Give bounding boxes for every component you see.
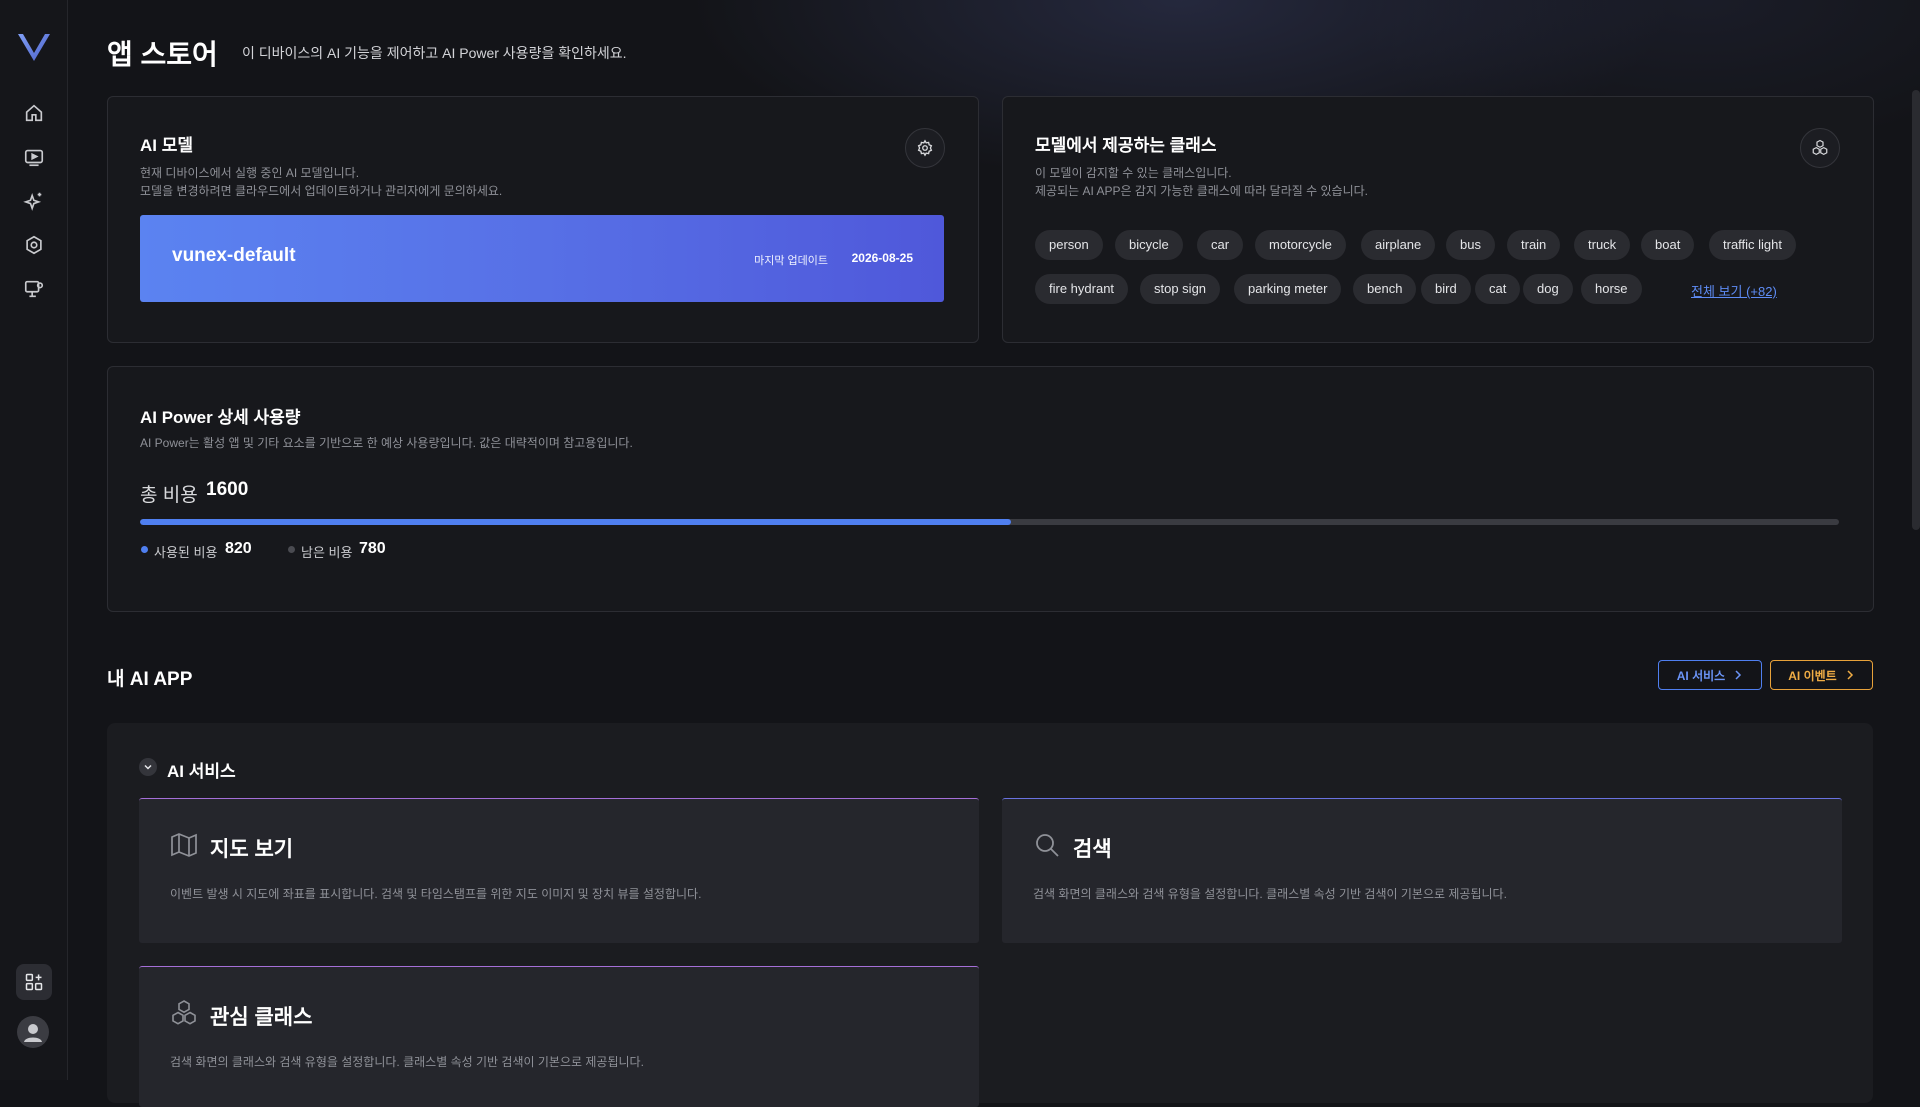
- app-card-search[interactable]: 검색 검색 화면의 클래스와 검색 유형을 설정합니다. 클래스별 속성 기반 …: [1002, 798, 1842, 943]
- sidebar: [0, 0, 68, 1080]
- collapse-toggle[interactable]: [139, 758, 157, 776]
- used-cost-value: 820: [225, 540, 252, 557]
- search-icon: [1036, 834, 1059, 857]
- model-classes-desc-line2: 제공되는 AI APP은 감지 가능한 클래스에 따라 달라질 수 있습니다.: [1035, 184, 1368, 198]
- app-card-title: 관심 클래스: [210, 1006, 313, 1029]
- page-description: 이 디바이스의 AI 기능을 제어하고 AI Power 사용량을 확인하세요.: [242, 45, 627, 61]
- total-cost-label: 총 비용: [140, 485, 198, 506]
- model-classes-title: 모델에서 제공하는 클래스: [1035, 136, 1217, 155]
- ai-model-desc-line2: 모델을 변경하려면 클라우드에서 업데이트하거나 관리자에게 문의하세요.: [140, 184, 503, 198]
- user-avatar-icon[interactable]: [17, 1016, 49, 1048]
- chevron-right-icon: [1735, 670, 1742, 680]
- model-settings-button[interactable]: [905, 128, 945, 168]
- ai-power-desc: AI Power는 활성 앱 및 기타 요소를 기반으로 한 예상 사용량입니다…: [140, 436, 633, 450]
- class-chip: dog: [1523, 274, 1573, 304]
- settings-icon[interactable]: [20, 231, 48, 259]
- class-chip: traffic light: [1709, 230, 1797, 260]
- ai-sparkle-icon[interactable]: [20, 187, 48, 215]
- app-card-desc: 검색 화면의 클래스와 검색 유형을 설정합니다. 클래스별 속성 기반 검색이…: [170, 1055, 644, 1069]
- model-classes-card: 모델에서 제공하는 클래스 이 모델이 감지할 수 있는 클래스입니다. 제공되…: [1002, 96, 1874, 343]
- video-icon[interactable]: [20, 143, 48, 171]
- class-chip: car: [1197, 230, 1244, 260]
- class-chip: person: [1035, 230, 1103, 260]
- class-chip: bird: [1421, 274, 1471, 304]
- class-chip: bus: [1446, 230, 1495, 260]
- total-cost-value: 1600: [206, 479, 249, 500]
- ai-model-desc-line1: 현재 디바이스에서 실행 중인 AI 모델입니다.: [140, 166, 360, 180]
- ai-events-filter-label: AI 이벤트: [1788, 668, 1837, 683]
- ai-model-card: AI 모델 현재 디바이스에서 실행 중인 AI 모델입니다. 모델을 변경하려…: [107, 96, 979, 343]
- cubes-icon: [1812, 139, 1828, 156]
- class-chip: bicycle: [1115, 230, 1183, 260]
- current-model-banner: vunex-default 마지막 업데이트 2026-08-25: [140, 215, 944, 302]
- app-card-title: 검색: [1073, 838, 1112, 861]
- view-all-classes-link[interactable]: 전체 보기 (+82): [1691, 281, 1777, 300]
- remaining-legend-dot: [288, 546, 295, 553]
- page-scrollbar[interactable]: [1912, 90, 1920, 530]
- class-chip: boat: [1641, 230, 1695, 260]
- class-chip: horse: [1581, 274, 1642, 304]
- app-card-interest-class[interactable]: 관심 클래스 검색 화면의 클래스와 검색 유형을 설정합니다. 클래스별 속성…: [139, 966, 979, 1107]
- class-chip: train: [1507, 230, 1561, 260]
- gear-icon: [917, 139, 933, 157]
- ai-app-panel: AI 서비스 지도 보기 이벤트 발생 시 지도에 좌표를 표시합니다. 검색 …: [107, 723, 1873, 1107]
- app-store-icon[interactable]: [16, 964, 52, 1000]
- classes-view-button[interactable]: [1800, 128, 1840, 168]
- used-cost-label: 사용된 비용: [154, 545, 218, 560]
- last-update-date: 2026-08-25: [851, 251, 913, 265]
- cubes-icon: [172, 1000, 196, 1025]
- class-chip: stop sign: [1140, 274, 1221, 304]
- last-update-label: 마지막 업데이트: [754, 255, 828, 267]
- remaining-cost-value: 780: [359, 540, 386, 557]
- app-card-title: 지도 보기: [210, 838, 294, 861]
- ai-model-title: AI 모델: [140, 136, 194, 155]
- remaining-cost-label: 남은 비용: [301, 545, 353, 560]
- class-chip: motorcycle: [1255, 230, 1346, 260]
- class-chip: airplane: [1361, 230, 1436, 260]
- chevron-down-icon: [144, 764, 152, 770]
- app-card-map-view[interactable]: 지도 보기 이벤트 발생 시 지도에 좌표를 표시합니다. 검색 및 타임스탬프…: [139, 798, 979, 943]
- class-chip: truck: [1574, 230, 1631, 260]
- model-classes-desc-line1: 이 모델이 감지할 수 있는 클래스입니다.: [1035, 166, 1232, 180]
- class-chip: cat: [1475, 274, 1521, 304]
- monitor-settings-icon[interactable]: [20, 275, 48, 303]
- main-content: 앱 스토어 이 디바이스의 AI 기능을 제어하고 AI Power 사용량을 …: [67, 0, 1920, 1107]
- model-name: vunex-default: [172, 245, 296, 266]
- app-card-desc: 검색 화면의 클래스와 검색 유형을 설정합니다. 클래스별 속성 기반 검색이…: [1033, 887, 1507, 901]
- ai-services-filter-label: AI 서비스: [1676, 668, 1726, 683]
- page-title: 앱 스토어: [107, 39, 218, 70]
- ai-power-title: AI Power 상세 사용량: [140, 408, 301, 427]
- app-card-desc: 이벤트 발생 시 지도에 좌표를 표시합니다. 검색 및 타임스탬프를 위한 지…: [170, 887, 702, 901]
- class-chip: bench: [1353, 274, 1417, 304]
- used-legend-dot: [141, 546, 148, 553]
- my-ai-app-title: 내 AI APP: [107, 669, 193, 690]
- ai-services-filter-button[interactable]: AI 서비스: [1658, 660, 1762, 690]
- map-icon: [171, 833, 197, 857]
- class-chip: fire hydrant: [1035, 274, 1129, 304]
- home-icon[interactable]: [20, 99, 48, 127]
- power-usage-fill: [140, 519, 1011, 525]
- ai-power-card: AI Power 상세 사용량 AI Power는 활성 앱 및 기타 요소를 …: [107, 366, 1874, 612]
- ai-services-group-label: AI 서비스: [167, 762, 236, 781]
- power-usage-bar: [140, 519, 1839, 525]
- class-chip: parking meter: [1234, 274, 1342, 304]
- app-logo-icon[interactable]: [16, 30, 52, 64]
- ai-events-filter-button[interactable]: AI 이벤트: [1770, 660, 1873, 690]
- chevron-right-icon: [1847, 670, 1853, 680]
